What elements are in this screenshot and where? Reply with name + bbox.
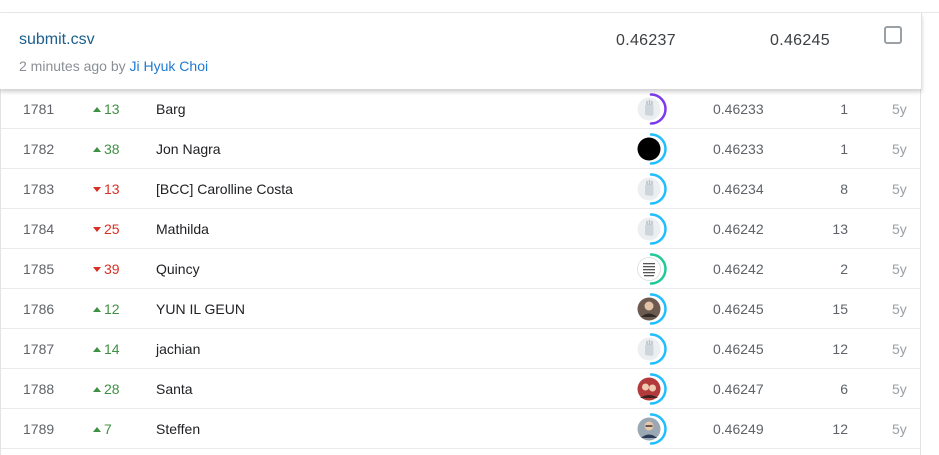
rank-change: 28 (93, 381, 120, 397)
rank: 1781 (23, 101, 55, 117)
team-name-link[interactable]: YUN IL GEUN (156, 301, 245, 317)
arrow-up-icon (93, 106, 101, 112)
submission-meta: 2 minutes ago by Ji Hyuk Choi (19, 58, 208, 74)
entries-count: 13 (832, 221, 848, 237)
team-avatar-icon[interactable] (635, 373, 667, 405)
last-submission: 5y (892, 141, 907, 157)
last-submission: 5y (892, 421, 907, 437)
public-score: 0.46245 (770, 32, 830, 49)
team-avatar-icon[interactable] (635, 413, 667, 445)
rank: 1783 (23, 181, 55, 197)
entries-count: 15 (832, 301, 848, 317)
leaderboard-table: 1781 13 Barg 0.46233 1 5y 1782 38 Jon Nagra 0.462… (0, 89, 921, 455)
team-name-link[interactable]: Barg (156, 101, 186, 117)
last-submission: 5y (892, 221, 907, 237)
rank-change: 12 (93, 301, 120, 317)
team-name-link[interactable]: Mathilda (156, 221, 209, 237)
rank-change: 38 (93, 141, 120, 157)
rank-change-value: 7 (104, 421, 112, 437)
arrow-down-icon (93, 266, 101, 272)
entries-count: 2 (840, 261, 848, 277)
submission-row: submit.csv 2 minutes ago by Ji Hyuk Choi… (0, 13, 922, 89)
arrow-up-icon (93, 306, 101, 312)
score: 0.46233 (713, 101, 764, 117)
team-avatar-icon[interactable] (635, 333, 667, 365)
entries-count: 6 (840, 381, 848, 397)
rank-change-value: 28 (104, 381, 120, 397)
team-name-link[interactable]: Jon Nagra (156, 141, 221, 157)
arrow-down-icon (93, 186, 101, 192)
team-avatar-icon[interactable] (635, 133, 667, 165)
score: 0.46233 (713, 141, 764, 157)
rank: 1782 (23, 141, 55, 157)
rank: 1786 (23, 301, 55, 317)
rank-change: 39 (93, 261, 120, 277)
team-avatar-icon[interactable] (635, 213, 667, 245)
score: 0.46247 (713, 381, 764, 397)
last-submission: 5y (892, 301, 907, 317)
rank-change-value: 12 (104, 301, 120, 317)
team-name-link[interactable]: Santa (156, 381, 193, 397)
leaderboard-row[interactable]: 1782 38 Jon Nagra 0.46233 1 5y (1, 129, 920, 169)
entries-count: 12 (832, 341, 848, 357)
arrow-up-icon (93, 426, 101, 432)
entries-count: 12 (832, 421, 848, 437)
team-name-link[interactable]: Quincy (156, 261, 200, 277)
submission-file-link[interactable]: submit.csv (19, 31, 95, 49)
rank-change: 25 (93, 221, 120, 237)
leaderboard-row[interactable]: 1784 25 Mathilda 0.46242 13 5y (1, 209, 920, 249)
score: 0.46245 (713, 341, 764, 357)
arrow-up-icon (93, 146, 101, 152)
leaderboard-row[interactable]: 1781 13 Barg 0.46233 1 5y (1, 89, 920, 129)
arrow-up-icon (93, 346, 101, 352)
team-avatar-icon[interactable] (635, 253, 667, 285)
rank-change-value: 13 (104, 181, 120, 197)
rank: 1789 (23, 421, 55, 437)
team-avatar-icon[interactable] (635, 93, 667, 125)
rank-change: 14 (93, 341, 120, 357)
leaderboard-row[interactable]: 1787 14 jachian 0.46245 12 5y (1, 329, 920, 369)
leaderboard-row[interactable]: 1788 28 Santa 0.46247 6 5y (1, 369, 920, 409)
rank: 1784 (23, 221, 55, 237)
team-avatar-icon[interactable] (635, 293, 667, 325)
rank: 1788 (23, 381, 55, 397)
score: 0.46249 (713, 421, 764, 437)
submission-user-link[interactable]: Ji Hyuk Choi (130, 58, 209, 74)
rank-change-value: 14 (104, 341, 120, 357)
rank: 1785 (23, 261, 55, 277)
submission-time: 2 minutes ago by (19, 58, 130, 74)
arrow-up-icon (93, 386, 101, 392)
entries-count: 8 (840, 181, 848, 197)
last-submission: 5y (892, 341, 907, 357)
entries-count: 1 (840, 141, 848, 157)
last-submission: 5y (892, 381, 907, 397)
rank-change: 13 (93, 181, 120, 197)
rank-change: 13 (93, 101, 120, 117)
leaderboard-row[interactable]: 1783 13 [BCC] Carolline Costa 0.46234 8 5y (1, 169, 920, 209)
rank-change-value: 13 (104, 101, 120, 117)
entries-count: 1 (840, 101, 848, 117)
team-name-link[interactable]: jachian (156, 341, 200, 357)
last-submission: 5y (892, 181, 907, 197)
leaderboard-row[interactable]: 1789 7 Steffen 0.46249 12 5y (1, 409, 920, 449)
rank-change-value: 39 (104, 261, 120, 277)
team-name-link[interactable]: [BCC] Carolline Costa (156, 181, 293, 197)
leaderboard-row[interactable]: 1785 39 Quincy 0.46242 2 5y (1, 249, 920, 289)
rank-change-value: 25 (104, 221, 120, 237)
rank-change-value: 38 (104, 141, 120, 157)
last-submission: 5y (892, 261, 907, 277)
score: 0.46242 (713, 221, 764, 237)
select-submission-checkbox[interactable] (884, 26, 902, 44)
leaderboard-row[interactable]: 1786 12 YUN IL GEUN 0.46245 15 5y (1, 289, 920, 329)
private-score: 0.46237 (616, 32, 676, 49)
score: 0.46234 (713, 181, 764, 197)
score: 0.46245 (713, 301, 764, 317)
rank: 1787 (23, 341, 55, 357)
last-submission: 5y (892, 101, 907, 117)
team-avatar-icon[interactable] (635, 173, 667, 205)
score: 0.46242 (713, 261, 764, 277)
arrow-down-icon (93, 226, 101, 232)
rank-change: 7 (93, 421, 112, 437)
team-name-link[interactable]: Steffen (156, 421, 200, 437)
